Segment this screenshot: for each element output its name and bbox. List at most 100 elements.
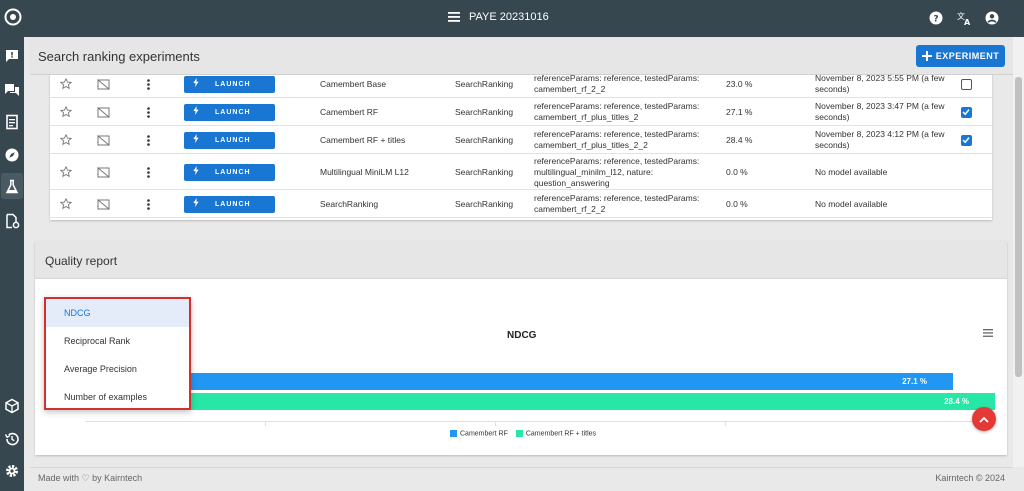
no-image-icon[interactable] [97,126,113,154]
chart-bar[interactable]: 27.1 % [85,373,953,390]
date-line: No model available [815,198,888,209]
launch-button[interactable]: LAUNCH [184,75,275,93]
launch-button[interactable]: LAUNCH [184,131,275,149]
package-icon[interactable] [4,398,20,414]
table-row[interactable]: LAUNCH Multilingual MiniLM L12 SearchRanki… [50,154,992,190]
documents-icon[interactable] [4,114,20,130]
experiments-table: LAUNCH Camembert Base SearchRanking referen… [50,70,992,220]
feedback-icon[interactable] [4,48,20,64]
experiment-date: No model available [815,154,955,190]
launch-label: LAUNCH [215,80,251,88]
metric-option-number-of-examples[interactable]: Number of examples [46,383,189,411]
params-line: camembert_rf_plus_titles_2 [534,112,639,122]
params-line: camembert_rf_2_2 [534,204,606,214]
bolt-icon [193,77,199,91]
legend-label: Camembert RF [460,430,508,438]
legend-item[interactable]: Camembert RF [450,430,508,437]
chart-menu-icon[interactable] [983,329,993,337]
chevron-up-icon [979,416,989,423]
checkbox-checked-icon[interactable] [961,106,972,118]
chart-gridline [265,421,266,426]
launch-cell: LAUNCH [184,190,276,218]
scroll-top-button[interactable] [972,407,996,431]
metric-option-average-precision[interactable]: Average Precision [46,355,189,383]
translate-icon[interactable]: 文A [956,10,972,27]
favorite-star-icon[interactable] [60,154,76,190]
params-line: referenceParams: reference, testedParams… [534,155,700,166]
no-image-icon[interactable] [97,190,113,218]
table-row[interactable]: LAUNCH Camembert RF + titles SearchRanking… [50,126,992,154]
experiment-score: 27.1 % [726,106,753,117]
more-actions-icon[interactable] [147,190,155,218]
experiment-date: November 8, 2023 3:47 PM (a few seconds) [815,98,955,126]
experiment-name: Camembert RF + titles [320,134,406,145]
checkbox-checked-icon[interactable] [961,134,972,146]
add-experiment-button[interactable]: EXPERIMENT [916,45,1005,67]
favorite-star-icon[interactable] [60,126,76,154]
params-line: referenceParams: reference, testedParams… [534,129,700,139]
page-scrollbar[interactable] [1013,37,1024,467]
checkbox-empty-icon[interactable] [961,78,972,90]
params-line: camembert_rf_2_2 [534,84,606,94]
date-line: seconds) [815,112,850,122]
experiments-icon[interactable] [4,179,20,195]
help-icon[interactable]: ? [928,10,944,26]
launch-label: LAUNCH [215,108,251,116]
date-line: November 8, 2023 4:12 PM (a few [815,129,945,139]
more-actions-icon[interactable] [147,126,155,154]
launch-button[interactable]: LAUNCH [184,163,275,181]
footer-copyright: Kairntech © 2024 [935,473,1005,483]
account-icon[interactable] [984,10,1000,26]
experiment-type: SearchRanking [455,166,514,177]
no-image-icon[interactable] [97,98,113,126]
history-icon[interactable] [4,431,20,447]
add-experiment-label: EXPERIMENT [935,51,1000,61]
favorite-star-icon[interactable] [60,98,76,126]
chart-gridline [495,421,496,426]
metric-option-reciprocal-rank[interactable]: Reciprocal Rank [46,327,189,355]
experiment-score: 0.0 % [726,166,748,177]
experiment-name: SearchRanking [320,198,379,209]
compare-checkbox[interactable] [961,126,975,154]
more-actions-icon[interactable] [147,98,155,126]
bolt-icon [193,165,199,179]
metric-option-ndcg[interactable]: NDCG [46,299,189,327]
chart-data-label: 27.1 % [902,377,927,386]
experiment-params: referenceParams: reference, testedParams… [534,126,719,154]
app-logo-icon[interactable] [4,8,22,26]
page-header: Search ranking experiments EXPERIMENT [30,37,1013,75]
experiment-name: Multilingual MiniLM L12 [320,166,409,177]
chart-x-axis [85,421,995,422]
settings-icon[interactable] [4,463,20,479]
compare-checkbox[interactable] [961,98,975,126]
params-line: referenceParams: reference, testedParams… [534,101,700,111]
experiment-score: 28.4 % [726,134,753,145]
chart-bar[interactable]: 28.4 % [85,393,995,410]
svg-text:A: A [964,18,971,26]
launch-label: LAUNCH [215,168,251,176]
experiment-type: SearchRanking [455,106,514,117]
more-actions-icon[interactable] [147,154,155,190]
forum-icon[interactable] [4,82,20,98]
chart-title: NDCG [507,330,537,341]
params-line: question_answering [534,177,610,188]
launch-button[interactable]: LAUNCH [184,195,275,213]
svg-text:?: ? [933,15,938,25]
launch-button[interactable]: LAUNCH [184,103,275,121]
doc-settings-icon[interactable] [4,213,20,229]
table-row[interactable]: LAUNCH SearchRanking SearchRanking referenc… [50,190,992,218]
favorite-star-icon[interactable] [60,190,76,218]
explore-icon[interactable] [4,147,20,163]
experiment-date: November 8, 2023 4:12 PM (a few seconds) [815,126,955,154]
legend-item[interactable]: Camembert RF + titles [515,430,596,437]
top-bar-actions: ? 文A [928,10,1000,27]
no-image-icon[interactable] [97,154,113,190]
legend-swatch [515,430,523,437]
scrollbar-thumb[interactable] [1015,77,1022,377]
experiment-date: No model available [815,190,955,218]
menu-icon[interactable] [448,12,460,22]
footer: Made with ♡ by Kairntech Kairntech © 202… [30,467,1013,491]
legend-swatch [450,430,457,437]
bolt-icon [193,105,199,119]
table-row[interactable]: LAUNCH Camembert RF SearchRanking reference… [50,98,992,126]
